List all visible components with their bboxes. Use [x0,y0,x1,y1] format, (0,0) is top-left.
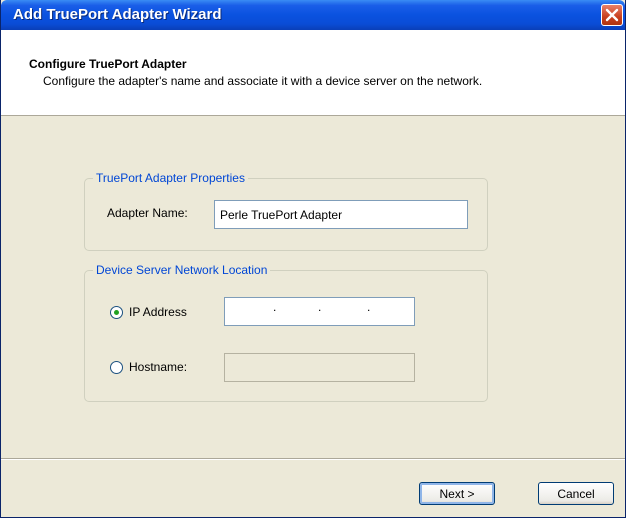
ip-address-radio[interactable] [110,306,123,319]
ip-address-label: IP Address [129,305,187,319]
window-title: Add TruePort Adapter Wizard [13,6,222,23]
hostname-radio[interactable] [110,361,123,374]
page-title: Configure TruePort Adapter [29,57,187,71]
adapter-name-label: Adapter Name: [107,206,188,220]
next-button[interactable]: Next > [419,482,495,505]
hostname-label: Hostname: [129,360,188,374]
adapter-name-field[interactable] [214,200,468,229]
network-location-legend: Device Server Network Location [93,263,271,277]
wizard-header: Configure TruePort Adapter Configure the… [1,30,625,116]
close-icon [605,8,619,22]
wizard-window: Add TruePort Adapter Wizard Configure Tr… [0,0,626,518]
network-location-group: Device Server Network Location IP Addres… [84,263,488,402]
cancel-button[interactable]: Cancel [538,482,614,505]
hostname-field[interactable] [224,353,415,382]
close-button[interactable] [601,4,623,26]
adapter-properties-group: TruePort Adapter Properties Adapter Name… [84,171,488,251]
adapter-properties-legend: TruePort Adapter Properties [93,171,248,185]
page-description: Configure the adapter's name and associa… [43,74,483,88]
ip-address-field[interactable]: . . . [224,297,415,326]
title-bar[interactable]: Add TruePort Adapter Wizard [1,0,625,30]
footer-divider [1,458,625,460]
radio-selected-dot [114,310,119,315]
